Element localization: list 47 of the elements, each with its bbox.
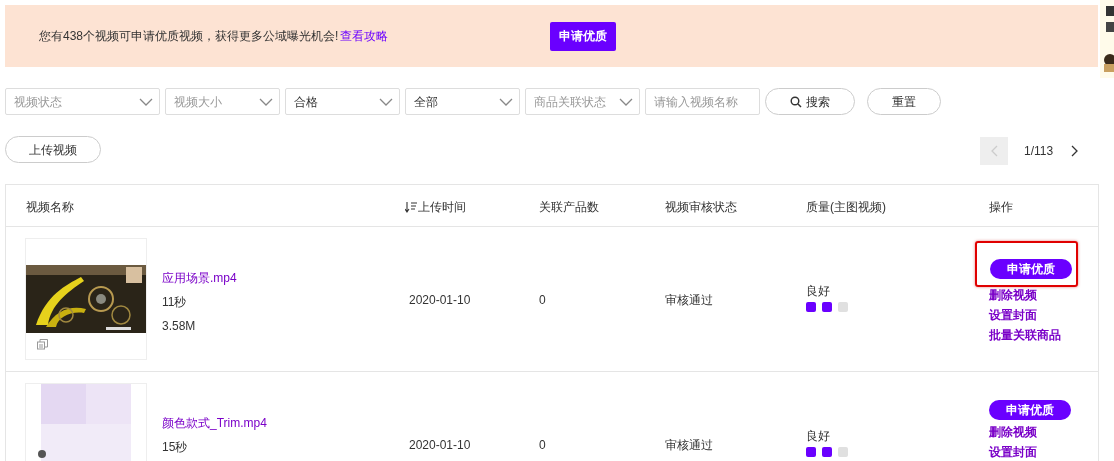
- action-link[interactable]: 设置封面: [989, 443, 1037, 461]
- column-header: 操作: [989, 199, 1013, 216]
- chevron-left-icon: [990, 145, 998, 157]
- upload-button[interactable]: 上传视频: [5, 136, 101, 163]
- chevron-down-icon: [379, 97, 393, 106]
- chevron-down-icon: [619, 97, 633, 106]
- column-header: 关联产品数: [539, 199, 599, 216]
- chevron-right-icon: [1071, 145, 1080, 157]
- notice-text: 您有438个视频可申请优质视频，获得更多公域曝光机会!: [39, 28, 339, 45]
- name-input[interactable]: 请输入视频名称: [645, 88, 760, 115]
- video-name-link[interactable]: 应用场景.mp4: [162, 269, 237, 287]
- apply-button[interactable]: 申请优质: [550, 21, 617, 51]
- product-count: 0: [539, 292, 546, 309]
- column-header: 质量(主图视频): [806, 199, 886, 216]
- duration-text: 15秒: [162, 439, 189, 456]
- filter-select[interactable]: 全部: [405, 88, 520, 115]
- video-name-link[interactable]: 颜色款式_Trim.mp4: [162, 414, 267, 432]
- apply-button[interactable]: 申请优质: [990, 259, 1072, 279]
- review-status: 审核通过: [665, 437, 713, 454]
- search-button[interactable]: 搜索: [765, 88, 855, 115]
- thumbnail-card[interactable]: [25, 238, 147, 360]
- chevron-down-icon: [499, 97, 513, 106]
- chevron-down-icon: [139, 97, 153, 106]
- size-text: 3.58M: [162, 318, 197, 335]
- quality-label: 良好: [806, 428, 831, 445]
- action-link[interactable]: 设置封面: [989, 306, 1037, 325]
- sort-icon[interactable]: [405, 201, 417, 213]
- column-header: 上传时间: [418, 199, 466, 216]
- action-link[interactable]: 删除视频: [989, 286, 1037, 305]
- product-count: 0: [539, 437, 546, 454]
- review-status: 审核通过: [665, 292, 713, 309]
- upload-date: 2020-01-10: [409, 292, 471, 309]
- quality-label: 良好: [806, 283, 831, 300]
- action-link[interactable]: 批量关联商品: [989, 326, 1061, 345]
- column-header: 视频审核状态: [665, 199, 737, 216]
- duration-text: 11秒: [162, 294, 188, 311]
- search-icon: [790, 95, 802, 108]
- apply-button[interactable]: 申请优质: [989, 400, 1071, 420]
- copy-icon[interactable]: [37, 339, 48, 350]
- page-indicator: 1/113: [1024, 143, 1054, 160]
- action-link[interactable]: 删除视频: [989, 423, 1037, 442]
- reset-button[interactable]: 重置: [867, 88, 941, 115]
- column-header: 视频名称: [26, 199, 74, 216]
- upload-date: 2020-01-10: [409, 437, 471, 454]
- guide-link[interactable]: 查看攻略: [340, 27, 389, 45]
- filter-select[interactable]: 合格: [285, 88, 400, 115]
- chevron-down-icon: [259, 97, 273, 106]
